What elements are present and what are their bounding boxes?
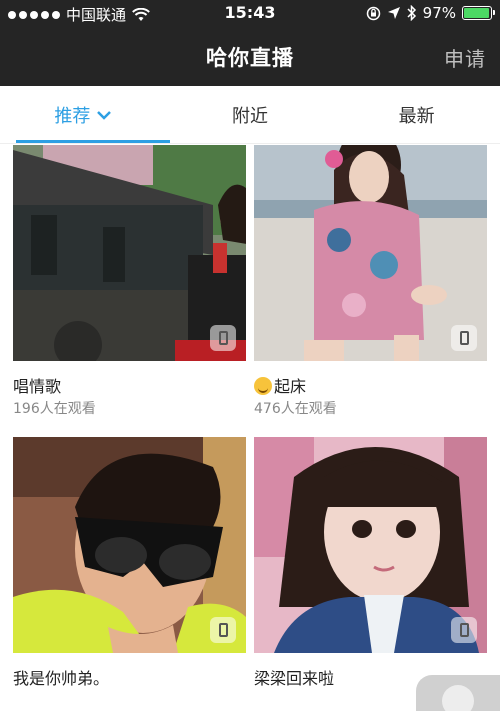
phone-icon: [459, 331, 469, 345]
tab-bar: 推荐 附近 最新: [0, 86, 500, 144]
tab-recommended[interactable]: 推荐: [0, 86, 170, 143]
tab-label: 最新: [398, 105, 435, 127]
viewer-count: 196人在观看: [13, 401, 96, 417]
tab-nearby[interactable]: 附近: [167, 86, 334, 143]
stream-title: 唱情歌: [13, 377, 62, 396]
stream-title-text: 起床: [274, 377, 307, 396]
tab-label: 附近: [232, 105, 268, 127]
phone-icon: [459, 623, 469, 637]
assistive-touch-button[interactable]: [416, 675, 500, 711]
tab-latest[interactable]: 最新: [333, 86, 500, 143]
stream-thumbnail[interactable]: [13, 437, 246, 653]
location-arrow-icon: [387, 7, 400, 19]
battery-percent: 97%: [422, 4, 456, 22]
phone-live-badge: [451, 325, 477, 351]
tab-label: 推荐: [54, 105, 91, 127]
phone-live-badge: [451, 617, 477, 643]
status-bar: 中国联通 15:43 97%: [0, 0, 500, 28]
stream-thumbnail[interactable]: [254, 145, 487, 361]
nav-bar: 哈你直播 申请: [0, 28, 500, 86]
stream-title: 我是你帅弟。: [13, 669, 110, 688]
active-tab-indicator: [16, 140, 170, 143]
status-right: 97%: [366, 4, 495, 22]
chevron-down-icon: [97, 110, 112, 120]
stream-title: 梁梁回来啦: [254, 669, 335, 688]
grin-emoji-icon: [254, 377, 272, 395]
stream-thumbnail[interactable]: [13, 145, 246, 361]
rotation-lock-icon: [366, 6, 380, 20]
phone-live-badge: [210, 617, 236, 643]
stream-thumbnail[interactable]: [254, 437, 487, 653]
battery-icon: [462, 6, 495, 20]
page-title: 哈你直播: [206, 46, 294, 70]
bluetooth-icon: [407, 5, 416, 21]
stream-title: 起床: [254, 373, 306, 397]
phone-icon: [218, 623, 228, 637]
apply-button[interactable]: 申请: [444, 43, 486, 72]
phone-live-badge: [210, 325, 236, 351]
phone-icon: [218, 331, 228, 345]
viewer-count: 476人在观看: [254, 401, 337, 417]
